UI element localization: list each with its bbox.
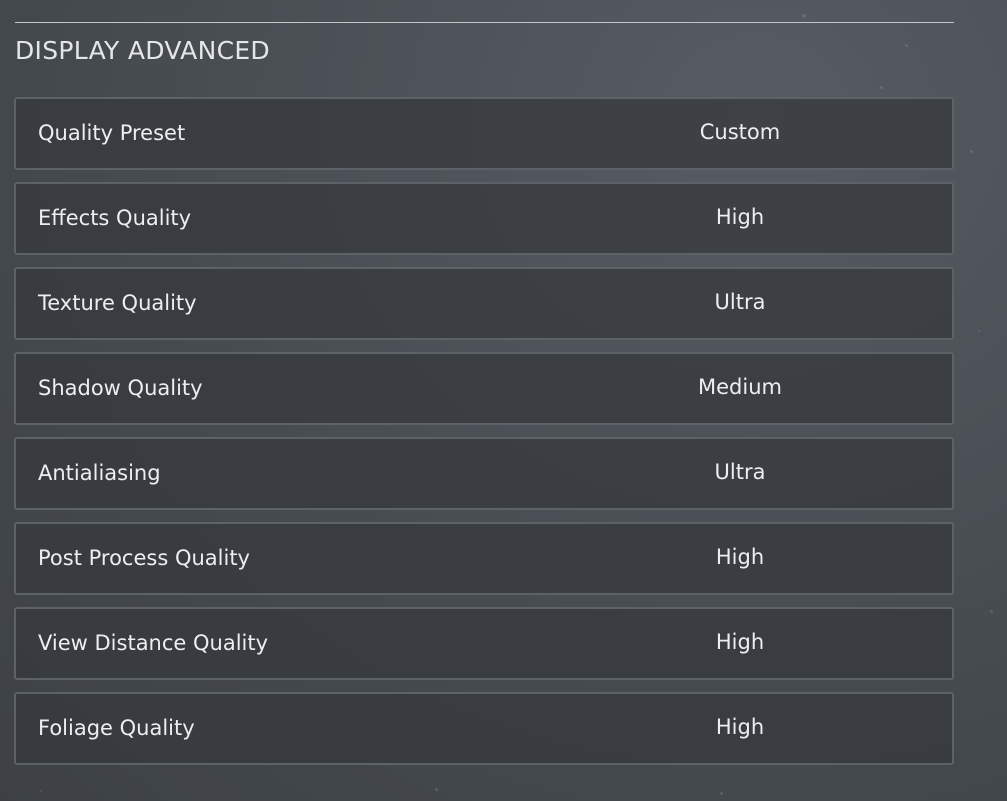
setting-label: Effects Quality (38, 206, 192, 230)
background-speck (40, 790, 42, 792)
settings-list: Quality Preset Custom Effects Quality Hi… (14, 97, 954, 777)
background-speck (720, 792, 723, 795)
setting-value[interactable]: High (640, 609, 840, 676)
setting-row-post-process-quality[interactable]: Post Process Quality High (14, 522, 954, 595)
background-speck (978, 330, 980, 332)
setting-value[interactable]: High (640, 524, 840, 591)
setting-label: Foliage Quality (38, 716, 195, 740)
setting-label: Quality Preset (38, 121, 186, 145)
setting-label: View Distance Quality (38, 631, 269, 655)
setting-row-antialiasing[interactable]: Antialiasing Ultra (14, 437, 954, 510)
setting-value[interactable]: High (640, 184, 840, 251)
background-speck (905, 44, 908, 47)
background-speck (880, 86, 883, 89)
setting-value[interactable]: Custom (640, 99, 840, 166)
background-speck (970, 150, 973, 153)
setting-row-foliage-quality[interactable]: Foliage Quality High (14, 692, 954, 765)
background-speck (802, 14, 806, 18)
section-divider (15, 22, 954, 23)
setting-label: Antialiasing (38, 461, 161, 485)
setting-label: Post Process Quality (38, 546, 250, 570)
setting-row-texture-quality[interactable]: Texture Quality Ultra (14, 267, 954, 340)
setting-value[interactable]: Ultra (640, 439, 840, 506)
setting-row-view-distance-quality[interactable]: View Distance Quality High (14, 607, 954, 680)
setting-row-effects-quality[interactable]: Effects Quality High (14, 182, 954, 255)
setting-label: Texture Quality (38, 291, 197, 315)
setting-value[interactable]: Ultra (640, 269, 840, 336)
setting-value[interactable]: High (640, 694, 840, 761)
setting-label: Shadow Quality (38, 376, 203, 400)
setting-row-shadow-quality[interactable]: Shadow Quality Medium (14, 352, 954, 425)
section-title: DISPLAY ADVANCED (15, 36, 270, 65)
setting-row-quality-preset[interactable]: Quality Preset Custom (14, 97, 954, 170)
setting-value[interactable]: Medium (640, 354, 840, 421)
background-speck (435, 788, 438, 791)
background-speck (990, 610, 993, 613)
